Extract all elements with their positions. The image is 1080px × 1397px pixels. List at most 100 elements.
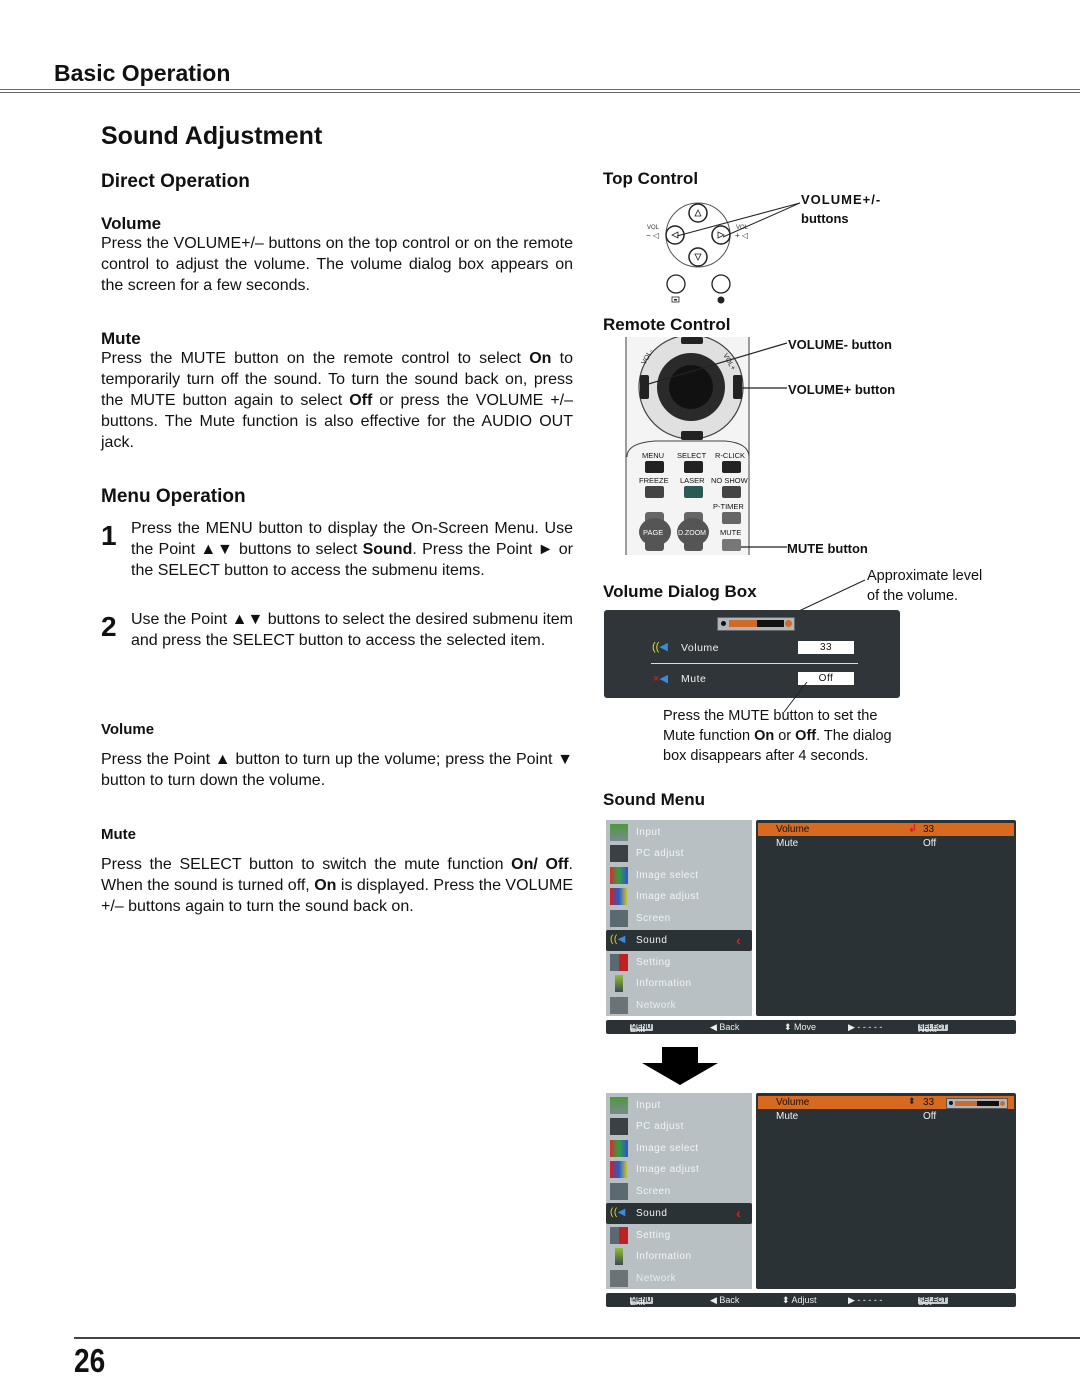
mute-note-line-1: Press the MUTE button to set the [663, 708, 878, 724]
footer-dashes: ▶ - - - - - [848, 1022, 883, 1032]
step-number: 2 [101, 611, 117, 642]
direct-volume-heading: Volume [101, 214, 162, 233]
menu-item-image-adjust[interactable]: Image adjust [606, 886, 752, 907]
section-title: Basic Operation [54, 60, 231, 86]
meter-min-dot [721, 621, 726, 626]
menu-item-setting[interactable]: Setting [606, 952, 752, 973]
svg-text:MUTE: MUTE [720, 528, 741, 537]
menu-item-image-select[interactable]: Image select [606, 865, 752, 886]
meter-max-dot [785, 620, 792, 627]
footer-rule [74, 1337, 1080, 1339]
volume-plus-callout: VOLUME+ button [788, 382, 896, 397]
mute-note-line-3: box disappears after 4 seconds. [663, 748, 869, 764]
step-text: Press the MENU button to display the On-… [131, 520, 573, 579]
submenu-row-volume[interactable]: Volume ↲ 33 [758, 823, 1014, 836]
volume-minus-callout: VOLUME- button [788, 337, 892, 352]
top-control-heading: Top Control [603, 169, 699, 188]
sound-menu-heading: Sound Menu [603, 790, 705, 809]
submenu-row-volume[interactable]: Volume ⬍ 33 [758, 1096, 1014, 1109]
pc-adjust-icon [610, 1118, 628, 1135]
image-adjust-icon [610, 888, 628, 905]
dialog-divider [651, 663, 858, 664]
image-select-icon [610, 1140, 628, 1157]
remote-control-heading: Remote Control [603, 315, 731, 334]
input-icon [610, 824, 628, 841]
menu-item-pc-adjust[interactable]: PC adjust [606, 1116, 752, 1137]
adjust-arrows-icon: ⬍ [908, 1096, 916, 1106]
svg-text:NO SHOW: NO SHOW [711, 476, 749, 485]
menu-item-information[interactable]: Information [606, 973, 752, 994]
svg-text:SELECT: SELECT [677, 451, 707, 460]
submenu-panel: Volume ↲ 33 Mute Off [756, 820, 1016, 1016]
meter-track [729, 620, 784, 627]
network-icon [610, 997, 628, 1014]
svg-text:R-CLICK: R-CLICK [715, 451, 745, 460]
speaker-mute-icon: ×◀ [653, 673, 668, 685]
footer-adjust: ⬍ Adjust [782, 1295, 817, 1305]
selector-arrow-icon: ‹ [736, 1205, 742, 1221]
slider-fill [955, 1101, 977, 1106]
menu-item-pc-adjust[interactable]: PC adjust [606, 843, 752, 864]
submenu-panel: Volume ⬍ 33 Mute Off [756, 1093, 1016, 1289]
main-menu-panel: Input PC adjust Image select Image adjus… [606, 1093, 752, 1289]
svg-text:MENU: MENU [642, 451, 664, 460]
submenu-row-mute[interactable]: Mute Off [758, 1110, 1014, 1123]
step-number: 1 [101, 520, 117, 551]
dialog-volume-value: 33 [798, 641, 854, 654]
volume-level-meter [717, 617, 795, 631]
selector-arrow-icon: ‹ [736, 932, 742, 948]
menu-item-image-select[interactable]: Image select [606, 1138, 752, 1159]
svg-text:D.ZOOM: D.ZOOM [678, 530, 706, 537]
dialog-mute-label: Mute [681, 673, 707, 685]
mute-note: Press the MUTE button to set the Mute fu… [663, 706, 923, 766]
slider-min-dot [949, 1101, 953, 1105]
menu-item-network[interactable]: Network [606, 995, 752, 1016]
enter-arrow-icon: ↲ [908, 823, 918, 835]
submenu-row-mute[interactable]: Mute Off [758, 837, 1014, 850]
svg-text:FREEZE: FREEZE [639, 476, 669, 485]
mute-button-callout: MUTE button [787, 541, 868, 556]
menu-item-network[interactable]: Network [606, 1268, 752, 1289]
remote-control-diagram: VOL- VOL+ MENU SELECT R-CLICK FREEZE LAS… [625, 334, 790, 555]
volume-buttons-callout: VOLUME+/- [801, 192, 882, 207]
image-select-icon [610, 867, 628, 884]
header-rule [0, 89, 1080, 90]
down-arrow-icon [642, 1047, 718, 1085]
menu-item-setting[interactable]: Setting [606, 1225, 752, 1246]
page-number: 26 [74, 1342, 106, 1379]
menu-item-sound[interactable]: ((◀ Sound ‹ [606, 930, 752, 951]
menu-footer-bar: MENU Exit ◀ Back ⬍ Move ▶ - - - - - SELE… [606, 1020, 1016, 1034]
footer-back: ◀ Back [710, 1022, 740, 1032]
speaker-volume-icon: ((◀ [652, 641, 668, 653]
mute-note-line-2: Mute function On or Off. The dialog [663, 728, 892, 744]
menu-item-input[interactable]: Input [606, 822, 752, 843]
volume-dialog-heading: Volume Dialog Box [603, 582, 757, 601]
step-text: Use the Point ▲▼ buttons to select the d… [131, 611, 573, 649]
approx-level-callout: Approximate level [867, 568, 983, 584]
approx-level-callout-2: of the volume. [867, 588, 959, 604]
menu-item-screen[interactable]: Screen [606, 908, 752, 929]
top-control-diagram: VOL − ◁ VOL + ◁ [640, 195, 801, 310]
slider-max-dot [1000, 1101, 1005, 1106]
volume-slider[interactable] [946, 1098, 1008, 1109]
direct-volume-text: Press the VOLUME+/– buttons on the top c… [101, 235, 573, 294]
menu-item-sound[interactable]: ((◀ Sound ‹ [606, 1203, 752, 1224]
svg-text:+ ◁: + ◁ [735, 231, 749, 240]
sound-icon: ((◀ [610, 1207, 626, 1218]
menu-volume-text: Press the Point ▲ button to turn up the … [101, 751, 573, 789]
screen-icon [610, 910, 628, 927]
menu-item-screen[interactable]: Screen [606, 1181, 752, 1202]
sound-icon: ((◀ [610, 934, 626, 945]
volume-buttons-callout-2: buttons [801, 211, 849, 226]
menu-item-information[interactable]: Information [606, 1246, 752, 1267]
meter-fill [729, 620, 757, 627]
menu-operation-heading: Menu Operation [101, 486, 246, 507]
footer-back: ◀ Back [710, 1295, 740, 1305]
menu-volume-heading: Volume [101, 721, 155, 738]
menu-item-image-adjust[interactable]: Image adjust [606, 1159, 752, 1180]
top-control-pad-icon: VOL − ◁ VOL + ◁ [646, 202, 801, 304]
menu-item-input[interactable]: Input [606, 1095, 752, 1116]
screen-icon [610, 1183, 628, 1200]
direct-mute-heading: Mute [101, 329, 141, 348]
page-title: Sound Adjustment [101, 122, 323, 150]
